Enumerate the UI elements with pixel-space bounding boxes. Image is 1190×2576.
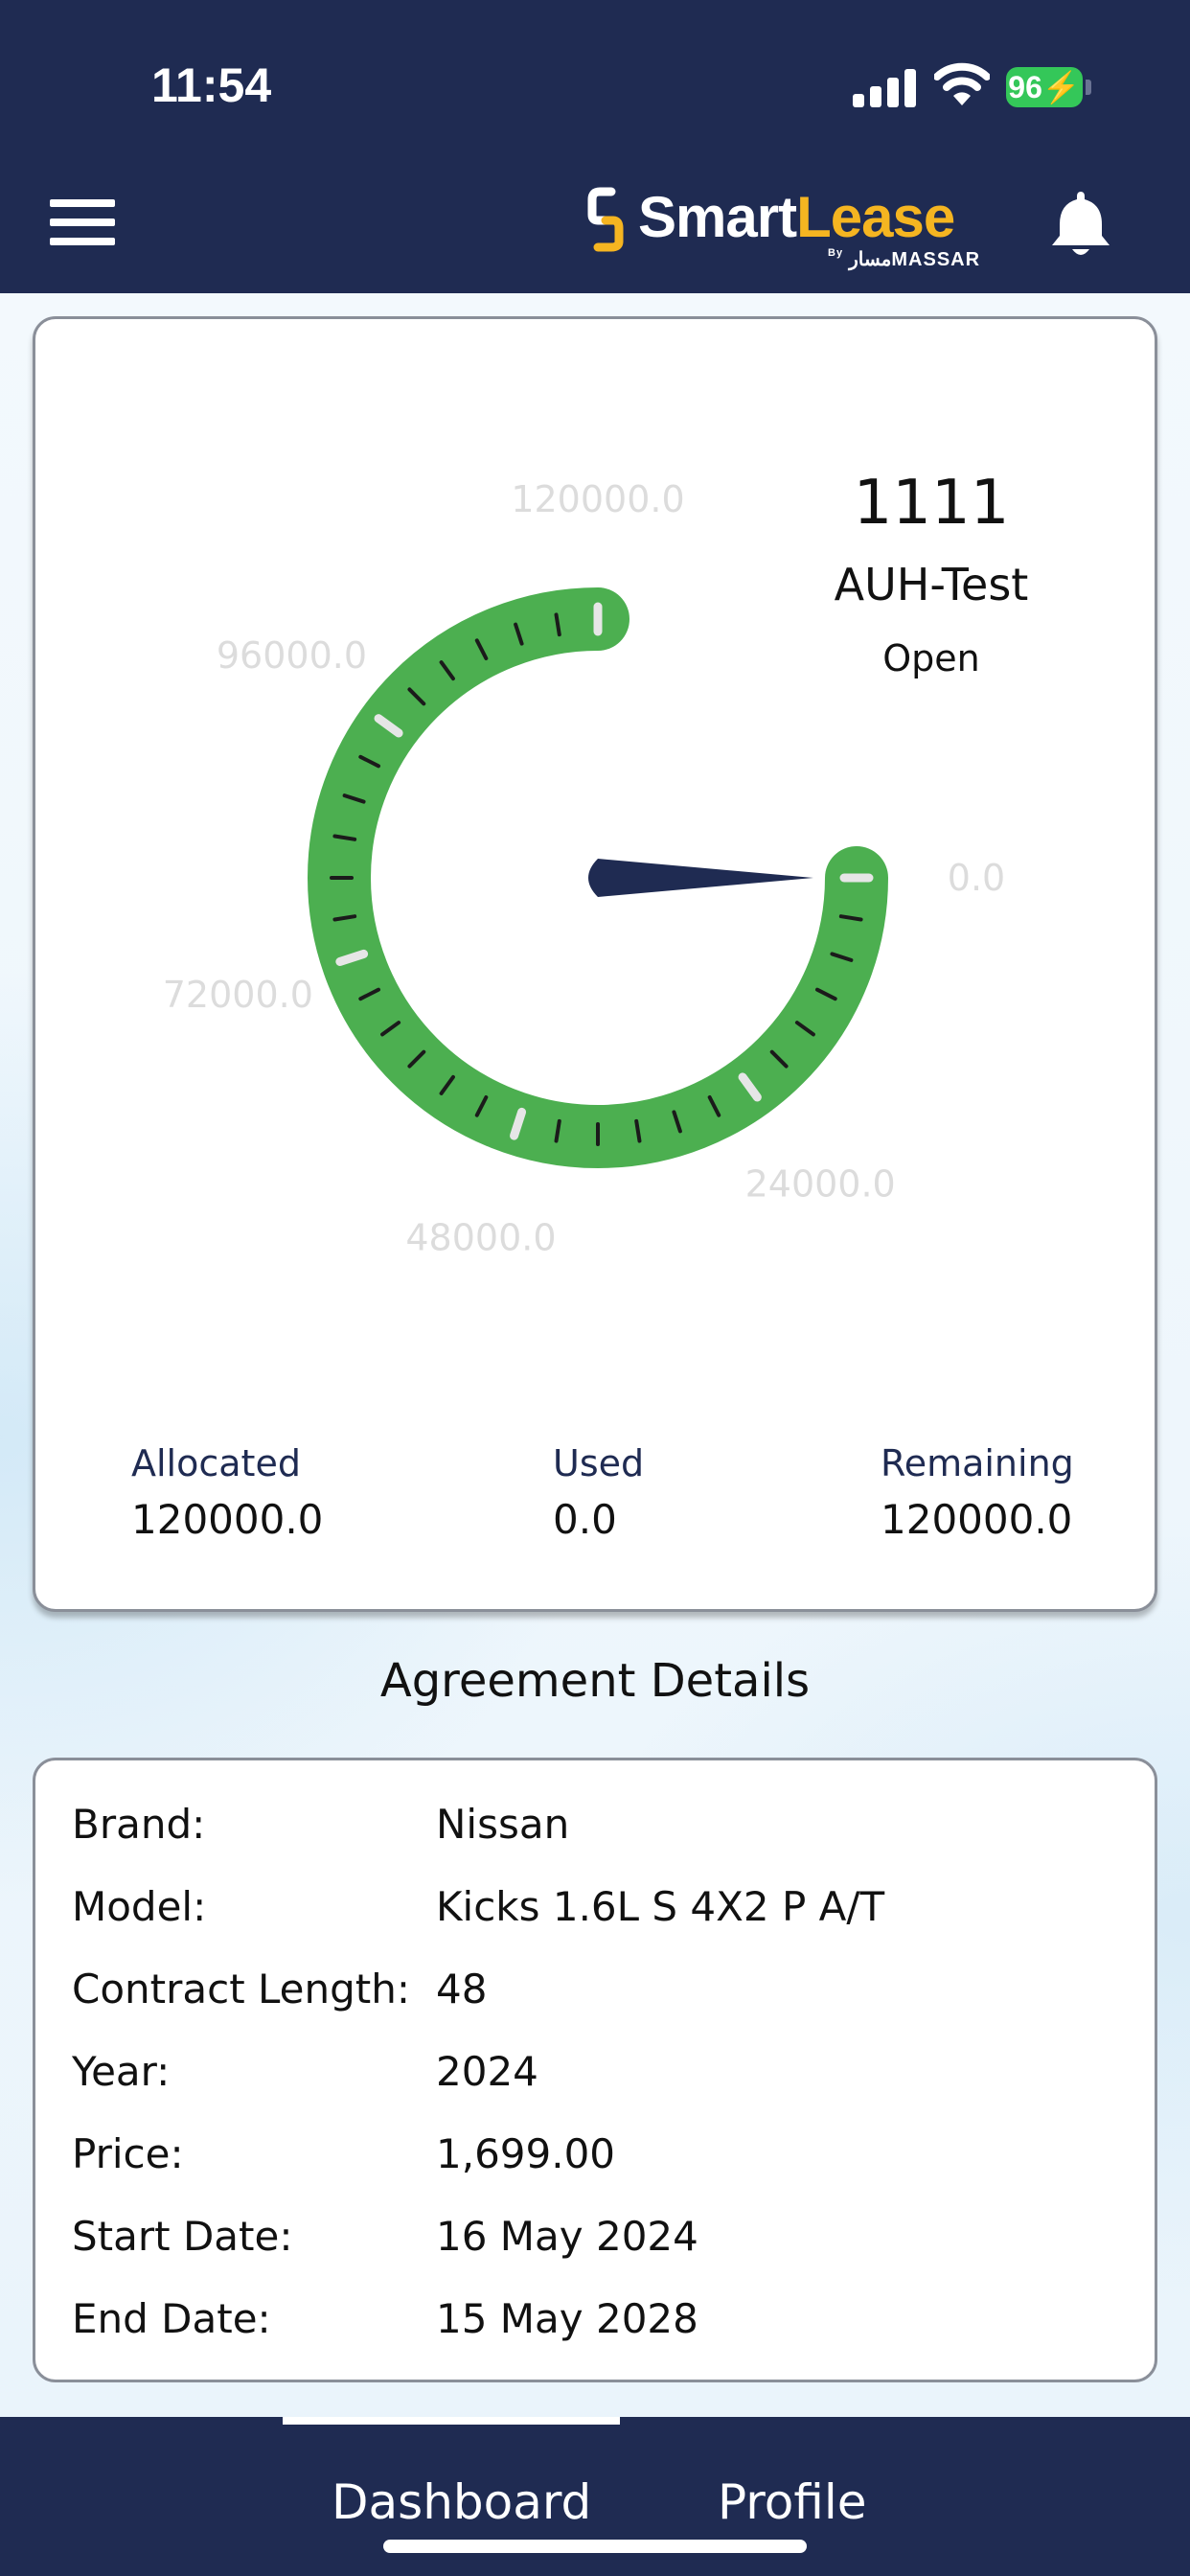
battery-level: 96 <box>1008 70 1042 104</box>
gauge-scale-label: 0.0 <box>948 857 1005 899</box>
smartlease-logo-icon <box>587 187 624 252</box>
gauge-needle-shape <box>588 859 813 897</box>
remaining-label: Remaining <box>881 1442 1074 1484</box>
signal-icon <box>853 65 916 107</box>
gauge-scale-label: 120000.0 <box>511 478 684 520</box>
hamburger-menu-icon[interactable] <box>50 199 115 245</box>
detail-key: Model: <box>72 1883 207 1930</box>
bell-icon[interactable] <box>1048 188 1113 259</box>
allocated-stat: Allocated 120000.0 <box>131 1442 323 1543</box>
tab-dashboard[interactable]: Dashboard <box>332 2474 591 2530</box>
detail-value: Kicks 1.6L S 4X2 P A/T <box>436 1883 885 1930</box>
allocated-label: Allocated <box>131 1442 301 1484</box>
active-tab-indicator <box>283 2417 620 2425</box>
gauge-scale-label: 48000.0 <box>405 1217 556 1259</box>
remaining-stat: Remaining 120000.0 <box>881 1442 1074 1543</box>
detail-value: 48 <box>436 1966 488 2012</box>
battery-icon: 96⚡ <box>1006 67 1083 107</box>
vehicle-number: 1111 <box>853 468 1010 539</box>
wifi-icon <box>934 62 990 105</box>
logo-subtitle: By مسارMASSAR <box>828 247 981 270</box>
battery-cap <box>1086 80 1091 95</box>
bottom-navigation: Dashboard Profile <box>0 2417 1190 2576</box>
gauge-scale-label: 24000.0 <box>745 1163 896 1206</box>
detail-value: 2024 <box>436 2048 538 2095</box>
used-stat: Used 0.0 <box>553 1442 644 1543</box>
app-header: 11:54 96⚡ SmartLease By مسارMASSAR <box>0 0 1190 293</box>
gauge-needle <box>588 859 813 897</box>
logo-wordmark: SmartLease <box>638 185 955 249</box>
agreement-details-title: Agreement Details <box>379 1654 811 1708</box>
detail-value: 16 May 2024 <box>436 2213 698 2260</box>
detail-key: Contract Length: <box>72 1966 411 2012</box>
vehicle-name: AUH-Test <box>834 559 1029 610</box>
detail-key: Price: <box>72 2130 184 2177</box>
detail-key: Brand: <box>72 1801 206 1848</box>
home-indicator <box>383 2540 807 2553</box>
tab-profile[interactable]: Profile <box>718 2474 866 2530</box>
agreement-details-card: Brand: Nissan Model: Kicks 1.6L S 4X2 P … <box>33 1758 1157 2382</box>
detail-key: Start Date: <box>72 2213 293 2260</box>
allocated-value: 120000.0 <box>131 1496 324 1543</box>
detail-value: 1,699.00 <box>436 2130 616 2177</box>
detail-key: Year: <box>72 2048 171 2095</box>
used-label: Used <box>553 1442 645 1484</box>
contract-status: Open <box>882 637 980 679</box>
detail-value: 15 May 2028 <box>436 2295 698 2342</box>
gauge-scale-label: 72000.0 <box>163 974 313 1016</box>
usage-gauge-card: 120000.0 96000.0 72000.0 48000.0 24000.0 0.0 … <box>33 316 1157 1612</box>
detail-value: Nissan <box>436 1801 570 1848</box>
smartlease-logo: SmartLease By مسارMASSAR <box>586 184 979 276</box>
status-time: 11:54 <box>151 58 272 112</box>
gauge-scale-label: 96000.0 <box>217 634 367 677</box>
used-value: 0.0 <box>553 1496 617 1543</box>
remaining-value: 120000.0 <box>881 1496 1073 1543</box>
detail-key: End Date: <box>72 2295 271 2342</box>
